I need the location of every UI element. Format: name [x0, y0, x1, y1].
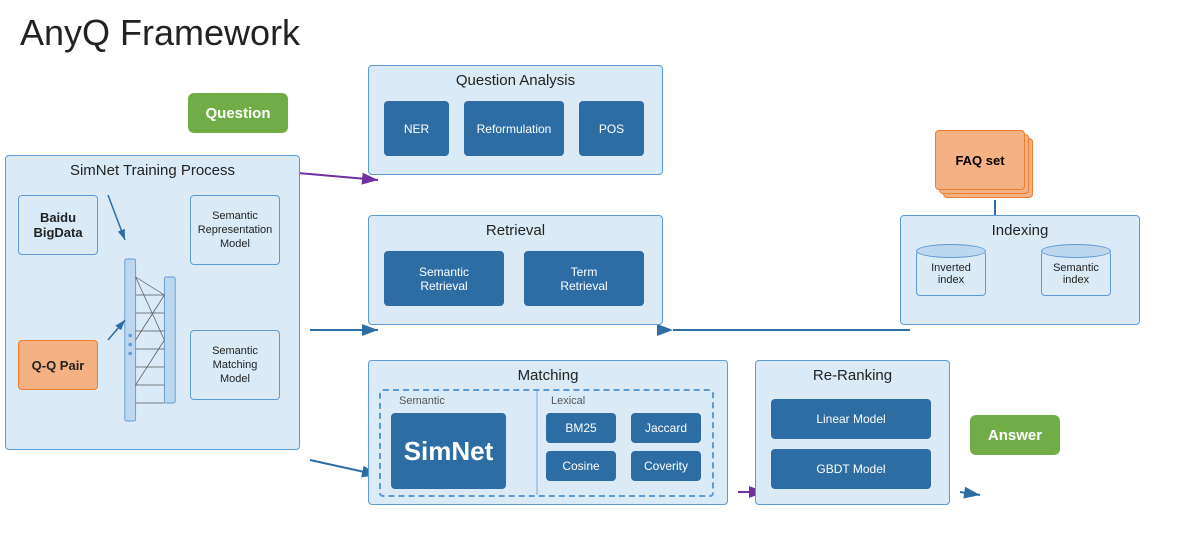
- reranking-box: Re-Ranking Linear Model GBDT Model: [755, 360, 950, 505]
- matching-box: Matching Semantic Lexical SimNet BM25 Ja…: [368, 360, 728, 505]
- coverity-box: Coverity: [631, 451, 701, 481]
- reranking-label: Re-Ranking: [756, 367, 949, 384]
- pos-button: POS: [579, 101, 644, 156]
- retrieval-box: Retrieval SemanticRetrieval TermRetrieva…: [368, 215, 663, 325]
- qa-label: Question Analysis: [369, 72, 662, 89]
- baidu-bigdata-box: Baidu BigData: [18, 195, 98, 255]
- semantic-matching-model-box: Semantic Matching Model: [190, 330, 280, 400]
- faq-page-1: FAQ set: [935, 130, 1025, 190]
- simnet-inner-box: SimNet: [391, 413, 506, 489]
- neural-network-visual: [115, 250, 185, 430]
- gbdt-model-button: GBDT Model: [771, 449, 931, 489]
- semantic-representation-model-box: Semantic Representation Model: [190, 195, 280, 265]
- divider: [536, 391, 538, 495]
- simnet-training-label: SimNet Training Process: [6, 162, 299, 179]
- answer-box: Answer: [970, 415, 1060, 455]
- term-retrieval-button: TermRetrieval: [524, 251, 644, 306]
- cosine-box: Cosine: [546, 451, 616, 481]
- bm25-box: BM25: [546, 413, 616, 443]
- semantic-sub-label: Semantic: [399, 395, 445, 407]
- matching-dashed-box: Semantic Lexical SimNet BM25 Jaccard Cos…: [379, 389, 714, 497]
- jaccard-box: Jaccard: [631, 413, 701, 443]
- lexical-sub-label: Lexical: [551, 395, 585, 407]
- page-title: AnyQ Framework: [20, 12, 300, 54]
- linear-model-button: Linear Model: [771, 399, 931, 439]
- question-analysis-box: Question Analysis NER Reformulation POS: [368, 65, 663, 175]
- simnet-label: SimNet: [404, 436, 494, 467]
- indexing-box: Indexing Invertedindex Semanticindex: [900, 215, 1140, 325]
- retrieval-label: Retrieval: [369, 222, 662, 239]
- ner-button: NER: [384, 101, 449, 156]
- matching-label: Matching: [369, 367, 727, 384]
- reformulation-button: Reformulation: [464, 101, 564, 156]
- semantic-index: Semanticindex: [1041, 244, 1111, 296]
- inverted-index: Invertedindex: [916, 244, 986, 296]
- indexing-label: Indexing: [901, 222, 1139, 239]
- qq-pair-box: Q-Q Pair: [18, 340, 98, 390]
- question-box: Question: [188, 93, 288, 133]
- semantic-retrieval-button: SemanticRetrieval: [384, 251, 504, 306]
